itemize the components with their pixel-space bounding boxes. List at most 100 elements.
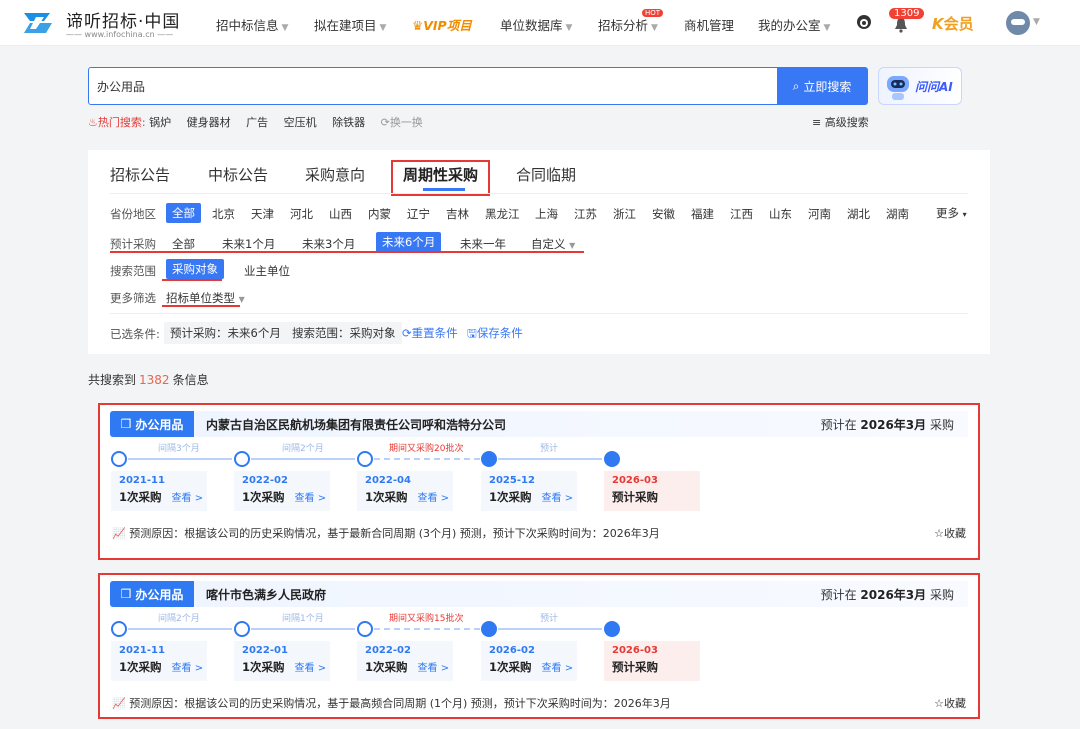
search-button[interactable]: ⌕ 立即搜索 [777, 68, 867, 104]
hot-badge: HOT [642, 9, 664, 17]
search-icon: ⌕ [792, 78, 800, 93]
tab-contract-expiry[interactable]: 合同临期 [516, 164, 576, 185]
view-link[interactable]: 查看 > [542, 493, 574, 504]
view-link[interactable]: 查看 > [418, 493, 450, 504]
region-option[interactable]: 安徽 [652, 206, 675, 222]
chart-icon: 📈 [112, 527, 126, 540]
hot-keyword[interactable]: 锅炉 [149, 116, 171, 129]
company-name[interactable]: 内蒙古自治区民航机场集团有限责任公司呼和浩特分公司 [206, 416, 506, 433]
scope-option[interactable]: 业主单位 [244, 263, 290, 279]
interval-label: 间隔1个月 [282, 614, 324, 624]
nav-unit-database[interactable]: 单位数据库 ▼ [500, 15, 572, 34]
nav-bid-analysis[interactable]: 招标分析 ▼ HOT [598, 9, 664, 34]
region-option[interactable]: 内蒙 [368, 206, 391, 222]
chevron-down-icon[interactable]: ▼ [1033, 17, 1040, 27]
selected-condition[interactable]: 搜索范围：采购对象 [286, 322, 402, 344]
region-option[interactable]: 黑龙江 [485, 206, 520, 222]
nav-bid-info[interactable]: 招中标信息 ▼ [216, 15, 288, 34]
timeline-entry: 2021-11 1次采购 查看 > [111, 471, 207, 511]
timeline-entry: 2022-01 1次采购 查看 > [234, 641, 330, 681]
selected-label: 已选条件: [110, 327, 160, 341]
highlight-box [391, 160, 490, 196]
selected-condition[interactable]: 预计采购：未来6个月 [164, 322, 287, 344]
favorite-button[interactable]: ☆收藏 [934, 695, 966, 711]
tab-purchase-intent[interactable]: 采购意向 [305, 164, 365, 185]
nav-vip-projects[interactable]: ♛VIP项目 [412, 15, 472, 34]
company-name[interactable]: 喀什市色满乡人民政府 [206, 586, 326, 603]
nav-opportunity[interactable]: 商机管理 [684, 15, 734, 34]
avatar[interactable] [1006, 11, 1030, 35]
view-link[interactable]: 查看 > [295, 493, 327, 504]
view-link[interactable]: 查看 > [418, 663, 450, 674]
category-badge: ❒ 办公用品 [110, 411, 194, 437]
hot-keyword[interactable]: 健身器材 [187, 116, 231, 129]
hot-keyword[interactable]: 除铁器 [332, 116, 365, 129]
chevron-down-icon: ▼ [823, 23, 831, 33]
region-option[interactable]: 辽宁 [407, 206, 430, 222]
interval-label: 预计 [540, 614, 559, 624]
hot-keyword[interactable]: 广告 [246, 116, 268, 129]
filter-panel: 招标公告 中标公告 采购意向 周期性采购 合同临期 省份地区 全部 北京 天津 … [88, 150, 990, 354]
member-link[interactable]: K会员 [932, 13, 974, 34]
region-option[interactable]: 天津 [251, 206, 274, 222]
result-card[interactable]: ❒ 办公用品 喀什市色满乡人民政府 预计在 2026年3月 采购 间隔2个月 间隔… [98, 573, 980, 719]
check-icon [111, 621, 127, 637]
prediction: 预计在 2026年3月 采购 [820, 588, 954, 602]
region-option[interactable]: 江苏 [574, 206, 597, 222]
avatar-face [1011, 19, 1025, 25]
timeline-line [498, 628, 602, 630]
notification-count: 1309 [889, 8, 925, 19]
region-option[interactable]: 北京 [212, 206, 235, 222]
region-option[interactable]: 江西 [730, 206, 753, 222]
unit-type-dropdown[interactable]: 招标单位类型 ▼ [166, 290, 245, 306]
forecast-option[interactable]: 未来1个月 [222, 236, 275, 252]
chevron-down-icon: ▼ [569, 241, 576, 250]
save-button[interactable]: 🖫保存条件 [467, 325, 523, 345]
search-input[interactable] [89, 68, 777, 104]
chevron-down-icon: ▼ [379, 23, 387, 33]
check-circle-icon [481, 451, 497, 467]
region-option[interactable]: 福建 [691, 206, 714, 222]
view-link[interactable]: 查看 > [172, 493, 204, 504]
region-option[interactable]: 吉林 [446, 206, 469, 222]
headset-icon[interactable] [856, 14, 872, 30]
forecast-custom-dropdown[interactable]: 自定义 ▼ [531, 236, 575, 252]
forecast-option[interactable]: 未来3个月 [302, 236, 355, 252]
advanced-search-link[interactable]: ≡ 高级搜索 [812, 114, 869, 130]
region-option[interactable]: 湖南 [886, 206, 909, 222]
forecast-option[interactable]: 未来一年 [460, 236, 506, 252]
forecast-option-selected[interactable]: 未来6个月 [376, 232, 442, 252]
region-option[interactable]: 河南 [808, 206, 831, 222]
highlight-underline [162, 305, 240, 307]
view-link[interactable]: 查看 > [295, 663, 327, 674]
view-link[interactable]: 查看 > [172, 663, 204, 674]
nav-my-office[interactable]: 我的办公室 ▼ [758, 15, 830, 34]
ask-ai-button[interactable]: 问问AI [878, 67, 962, 105]
region-option[interactable]: 河北 [290, 206, 313, 222]
logo-url: —— www.infochina.cn —— [66, 30, 174, 39]
bell-icon[interactable] [894, 17, 908, 33]
refresh-keywords-button[interactable]: ⟳换一换 [381, 116, 423, 129]
chevron-down-icon: ▼ [281, 23, 289, 33]
region-all[interactable]: 全部 [166, 203, 201, 223]
region-option[interactable]: 山西 [329, 206, 352, 222]
forecast-option[interactable]: 全部 [172, 236, 195, 252]
logo-icon[interactable] [22, 9, 60, 37]
more-regions-button[interactable]: 更多 ▾ [936, 205, 967, 221]
timeline-line [251, 458, 355, 460]
scope-option-selected[interactable]: 采购对象 [166, 259, 224, 279]
region-option[interactable]: 上海 [535, 206, 558, 222]
reset-button[interactable]: ⟳重置条件 [402, 325, 458, 341]
timeline-entry-predicted: 2026-03 预计采购 [604, 641, 700, 681]
check-icon [111, 451, 127, 467]
region-option[interactable]: 湖北 [847, 206, 870, 222]
region-option[interactable]: 山东 [769, 206, 792, 222]
tab-award-notice[interactable]: 中标公告 [208, 164, 268, 185]
favorite-button[interactable]: ☆收藏 [934, 525, 966, 541]
hot-keyword[interactable]: 空压机 [284, 116, 317, 129]
view-link[interactable]: 查看 > [542, 663, 574, 674]
tab-bid-notice[interactable]: 招标公告 [110, 164, 170, 185]
nav-projects[interactable]: 拟在建项目 ▼ [314, 15, 386, 34]
result-card[interactable]: ❒ 办公用品 内蒙古自治区民航机场集团有限责任公司呼和浩特分公司 预计在 2026… [98, 403, 980, 560]
region-option[interactable]: 浙江 [613, 206, 636, 222]
